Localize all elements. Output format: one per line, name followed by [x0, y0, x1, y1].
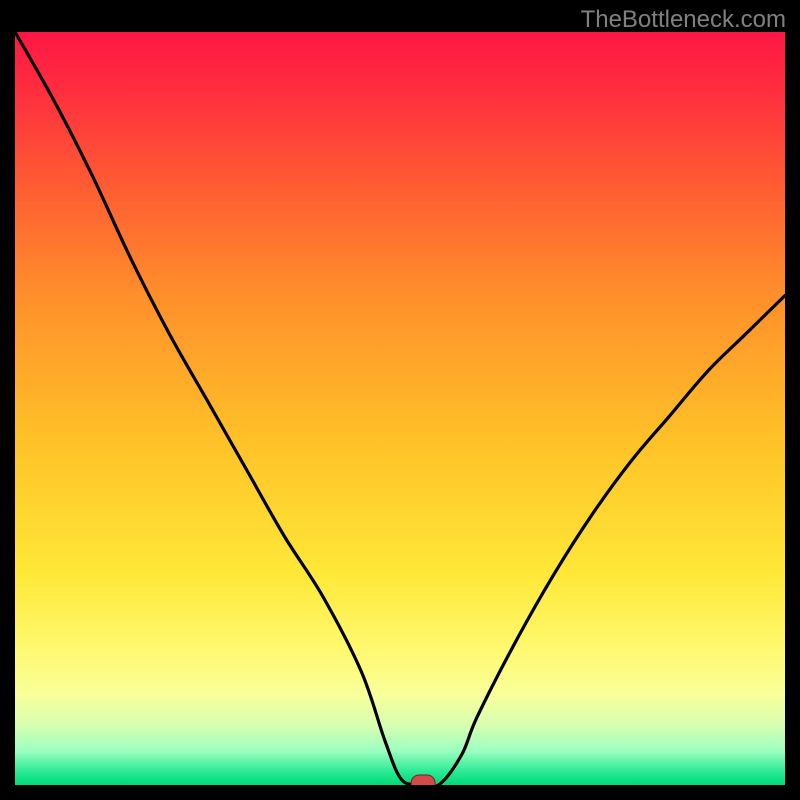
chart-frame: TheBottleneck.com — [0, 0, 800, 800]
optimum-marker — [411, 775, 435, 785]
gradient-background — [15, 32, 785, 785]
plot-area — [15, 32, 785, 785]
watermark-text: TheBottleneck.com — [581, 6, 786, 34]
chart-svg — [15, 32, 785, 785]
